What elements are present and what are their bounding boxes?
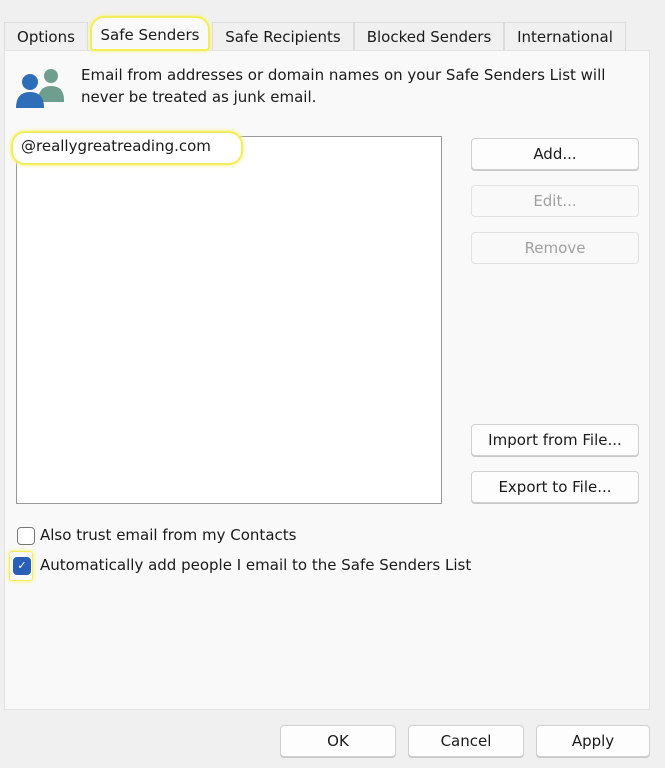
cancel-button[interactable]: Cancel bbox=[408, 725, 524, 757]
trust-contacts-label[interactable]: Also trust email from my Contacts bbox=[40, 526, 296, 544]
ok-button[interactable]: OK bbox=[280, 725, 396, 757]
export-to-file-button[interactable]: Export to File... bbox=[471, 471, 639, 503]
description-line-2: never be treated as junk email. bbox=[81, 88, 317, 106]
auto-add-label[interactable]: Automatically add people I email to the … bbox=[40, 556, 471, 574]
people-icon bbox=[16, 66, 66, 108]
edit-button[interactable]: Edit... bbox=[471, 185, 639, 217]
import-from-file-button[interactable]: Import from File... bbox=[471, 424, 639, 456]
list-item[interactable]: @reallygreatreading.com bbox=[11, 131, 243, 165]
tab-safe-recipients[interactable]: Safe Recipients bbox=[212, 22, 354, 50]
tab-blocked-senders[interactable]: Blocked Senders bbox=[354, 22, 504, 50]
checkmark-icon: ✓ bbox=[17, 559, 27, 572]
auto-add-checkbox[interactable]: ✓ bbox=[13, 557, 31, 575]
tab-safe-senders[interactable]: Safe Senders bbox=[90, 16, 210, 51]
tab-options[interactable]: Options bbox=[4, 22, 88, 50]
apply-button[interactable]: Apply bbox=[536, 725, 650, 757]
add-button[interactable]: Add... bbox=[471, 138, 639, 170]
tab-international[interactable]: International bbox=[504, 22, 626, 50]
trust-contacts-checkbox[interactable] bbox=[17, 527, 35, 545]
description-line-1: Email from addresses or domain names on … bbox=[81, 66, 606, 84]
remove-button[interactable]: Remove bbox=[471, 232, 639, 264]
safe-senders-list[interactable]: @reallygreatreading.com bbox=[11, 131, 442, 504]
